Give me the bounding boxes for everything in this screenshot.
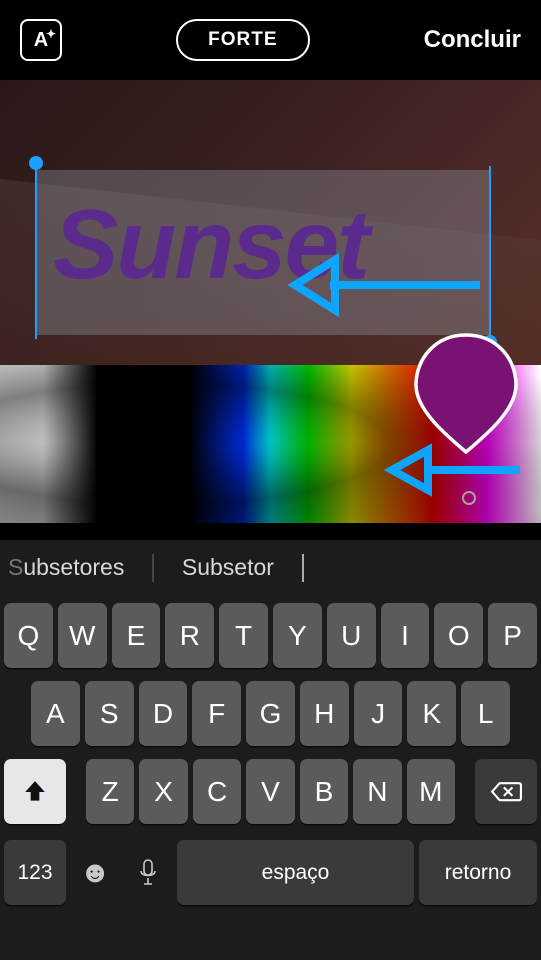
key-h[interactable]: H [300, 681, 349, 746]
keyboard-row-2: A S D F G H J K L [4, 681, 537, 746]
key-f[interactable]: F [192, 681, 241, 746]
shift-icon [22, 779, 48, 805]
numbers-key[interactable]: 123 [4, 840, 66, 905]
keyboard-row-3: Z X C V B N M [4, 759, 537, 824]
key-b[interactable]: B [300, 759, 348, 824]
key-t[interactable]: T [219, 603, 268, 668]
key-r[interactable]: R [165, 603, 214, 668]
color-spectrum-picker[interactable] [0, 365, 541, 523]
keyboard-row-1: Q W E R T Y U I O P [4, 603, 537, 668]
suggestion-1[interactable]: Subsetores [8, 554, 124, 581]
dictation-key[interactable] [124, 840, 172, 905]
key-o[interactable]: O [434, 603, 483, 668]
space-key[interactable]: espaço [177, 840, 414, 905]
keyboard-row-4: 123 ☻ espaço retorno [4, 837, 537, 905]
key-s[interactable]: S [85, 681, 134, 746]
key-j[interactable]: J [354, 681, 403, 746]
suggestion-separator-icon [152, 554, 154, 582]
key-i[interactable]: I [381, 603, 430, 668]
return-key[interactable]: retorno [419, 840, 537, 905]
key-w[interactable]: W [58, 603, 107, 668]
key-v[interactable]: V [246, 759, 294, 824]
key-m[interactable]: M [407, 759, 455, 824]
text-animation-button[interactable]: A ✦ [20, 19, 62, 61]
suggestion-cursor-icon [302, 554, 304, 582]
microphone-icon [138, 859, 158, 887]
key-e[interactable]: E [112, 603, 161, 668]
emoji-icon: ☻ [79, 856, 111, 890]
font-weight-button[interactable]: FORTE [176, 19, 309, 61]
delete-key[interactable] [475, 759, 537, 824]
key-n[interactable]: N [353, 759, 401, 824]
story-editor-header: A ✦ FORTE Concluir [0, 0, 541, 80]
suggestion-2[interactable]: Subsetor [182, 554, 274, 581]
key-x[interactable]: X [139, 759, 187, 824]
text-selection-box[interactable]: Sunset [35, 170, 491, 335]
key-g[interactable]: G [246, 681, 295, 746]
sparkle-icon: ✦ [46, 27, 56, 41]
key-y[interactable]: Y [273, 603, 322, 668]
emoji-key[interactable]: ☻ [71, 840, 119, 905]
color-pin-indicator-icon[interactable] [411, 330, 521, 455]
key-z[interactable]: Z [86, 759, 134, 824]
key-k[interactable]: K [407, 681, 456, 746]
canvas-text[interactable]: Sunset [35, 170, 491, 293]
spectrum-cursor-icon[interactable] [462, 491, 476, 505]
shift-key[interactable] [4, 759, 66, 824]
text-handle-right-icon[interactable] [489, 166, 491, 339]
keyboard-suggestion-bar: Subsetores Subsetor [0, 540, 541, 595]
key-u[interactable]: U [327, 603, 376, 668]
backspace-icon [490, 781, 522, 802]
done-button[interactable]: Concluir [424, 26, 521, 54]
key-c[interactable]: C [193, 759, 241, 824]
key-l[interactable]: L [461, 681, 510, 746]
key-q[interactable]: Q [4, 603, 53, 668]
key-p[interactable]: P [488, 603, 537, 668]
text-handle-left-icon[interactable] [35, 166, 37, 339]
key-a[interactable]: A [31, 681, 80, 746]
key-d[interactable]: D [139, 681, 188, 746]
system-keyboard: Q W E R T Y U I O P A S D F G H J K L Z … [0, 595, 541, 960]
